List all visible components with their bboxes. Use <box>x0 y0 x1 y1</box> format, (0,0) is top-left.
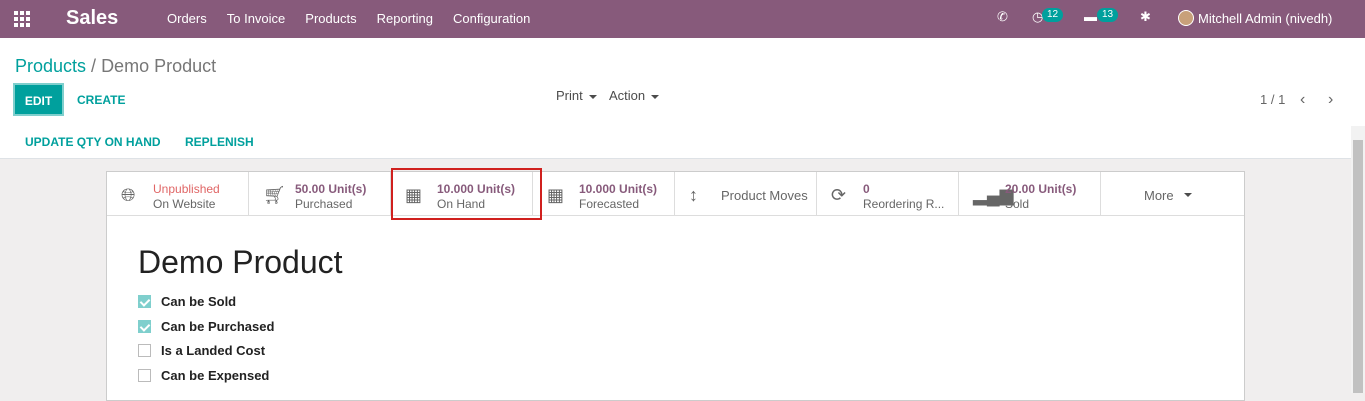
edit-button[interactable]: EDIT <box>13 83 64 116</box>
reordering-value: 0 <box>863 182 870 196</box>
smart-buttons: 🌐︎ Unpublished On Website 🛒︎ 50.00 Unit(… <box>107 168 1244 220</box>
checkbox-label: Can be Expensed <box>161 368 270 383</box>
scrollbar-thumb[interactable] <box>1353 140 1363 393</box>
control-panel: Products / Demo Product EDIT CREATE Print … <box>0 38 1365 159</box>
smart-button-reordering[interactable]: ⟳ 0 Reordering R... <box>817 172 959 216</box>
activity-badge: 12 <box>1042 8 1064 22</box>
purchased-label: Purchased <box>295 197 353 211</box>
menu-item-configuration[interactable]: Configuration <box>453 11 530 26</box>
checkbox-checked[interactable] <box>138 320 151 333</box>
forecasted-value: 10.000 Unit(s) <box>579 182 658 196</box>
caret-down-icon <box>1184 193 1192 197</box>
phone-icon[interactable]: ✆ <box>997 9 1008 25</box>
arrows-vertical-icon: ↕ <box>689 185 698 205</box>
cart-icon: 🛒︎ <box>263 185 286 205</box>
sold-value: 20.00 Unit(s) <box>1005 182 1077 196</box>
messages-badge: 13 <box>1097 8 1119 22</box>
refresh-icon: ⟳ <box>831 185 847 205</box>
top-navbar: Sales Orders To Invoice Products Reporti… <box>0 0 1365 38</box>
form-sheet: 🌐︎ Unpublished On Website 🛒︎ 50.00 Unit(… <box>106 168 1245 401</box>
menu-item-to-invoice[interactable]: To Invoice <box>227 11 286 26</box>
debug-bug-icon[interactable]: ✱ <box>1140 9 1151 25</box>
print-dropdown[interactable]: Print <box>556 88 597 103</box>
building-icon: ▦ <box>547 185 565 205</box>
breadcrumb-separator: / <box>91 56 97 76</box>
breadcrumb-products[interactable]: Products <box>15 56 86 76</box>
reordering-label: Reordering R... <box>863 197 945 211</box>
menu-item-orders[interactable]: Orders <box>167 11 207 26</box>
smart-button-purchased[interactable]: 🛒︎ 50.00 Unit(s) Purchased <box>249 172 391 216</box>
sold-label: Sold <box>1005 197 1030 211</box>
more-label: More <box>1144 188 1174 203</box>
smart-button-website[interactable]: 🌐︎ Unpublished On Website <box>107 172 249 216</box>
apps-menu-icon[interactable] <box>14 11 32 27</box>
pager-value[interactable]: 1 / 1 <box>1260 92 1285 107</box>
avatar[interactable] <box>1178 10 1194 26</box>
create-button[interactable]: CREATE <box>77 93 125 107</box>
menu-item-products[interactable]: Products <box>305 11 356 26</box>
pager-next-icon[interactable]: › <box>1328 91 1333 109</box>
smart-button-forecasted[interactable]: ▦ 10.000 Unit(s) Forecasted <box>533 172 675 216</box>
replenish-button[interactable]: REPLENISH <box>185 135 254 149</box>
checkbox-unchecked[interactable] <box>138 369 151 382</box>
update-qty-button[interactable]: UPDATE QTY ON HAND <box>25 135 161 149</box>
action-label: Action <box>609 88 646 103</box>
product-moves-label: Product Moves <box>721 188 808 203</box>
checkbox-unchecked[interactable] <box>138 344 151 357</box>
main-menu: Orders To Invoice Products Reporting Con… <box>167 11 550 26</box>
website-label: On Website <box>153 197 216 211</box>
signal-icon: ▂▄▆ <box>973 185 1014 205</box>
print-label: Print <box>556 88 583 103</box>
action-dropdown[interactable]: Action <box>609 88 660 103</box>
highlight-box <box>391 168 542 220</box>
messages-icon[interactable]: ▬ <box>1084 9 1097 24</box>
checkbox-label: Is a Landed Cost <box>161 343 266 358</box>
user-menu[interactable]: Mitchell Admin (nivedh) <box>1198 11 1332 26</box>
checkbox-checked[interactable] <box>138 295 151 308</box>
pager-previous-icon[interactable]: ‹ <box>1300 91 1305 109</box>
checkbox-label: Can be Sold <box>161 294 237 309</box>
smart-button-product-moves[interactable]: ↕ Product Moves <box>675 172 817 216</box>
globe-icon: 🌐︎ <box>121 185 136 205</box>
forecasted-label: Forecasted <box>579 197 640 211</box>
product-name[interactable]: Demo Product <box>138 244 343 281</box>
breadcrumb: Products / Demo Product <box>15 56 216 77</box>
caret-down-icon <box>651 94 660 99</box>
checkbox-label: Can be Purchased <box>161 319 275 334</box>
more-button[interactable]: More <box>1101 172 1244 216</box>
purchased-value: 50.00 Unit(s) <box>295 182 367 196</box>
breadcrumb-current: Demo Product <box>101 56 217 76</box>
menu-item-reporting[interactable]: Reporting <box>377 11 433 26</box>
app-name: Sales <box>66 7 119 29</box>
smart-button-sold[interactable]: ▂▄▆ 20.00 Unit(s) Sold <box>959 172 1101 216</box>
website-status: Unpublished <box>153 182 220 196</box>
caret-down-icon <box>588 94 597 99</box>
